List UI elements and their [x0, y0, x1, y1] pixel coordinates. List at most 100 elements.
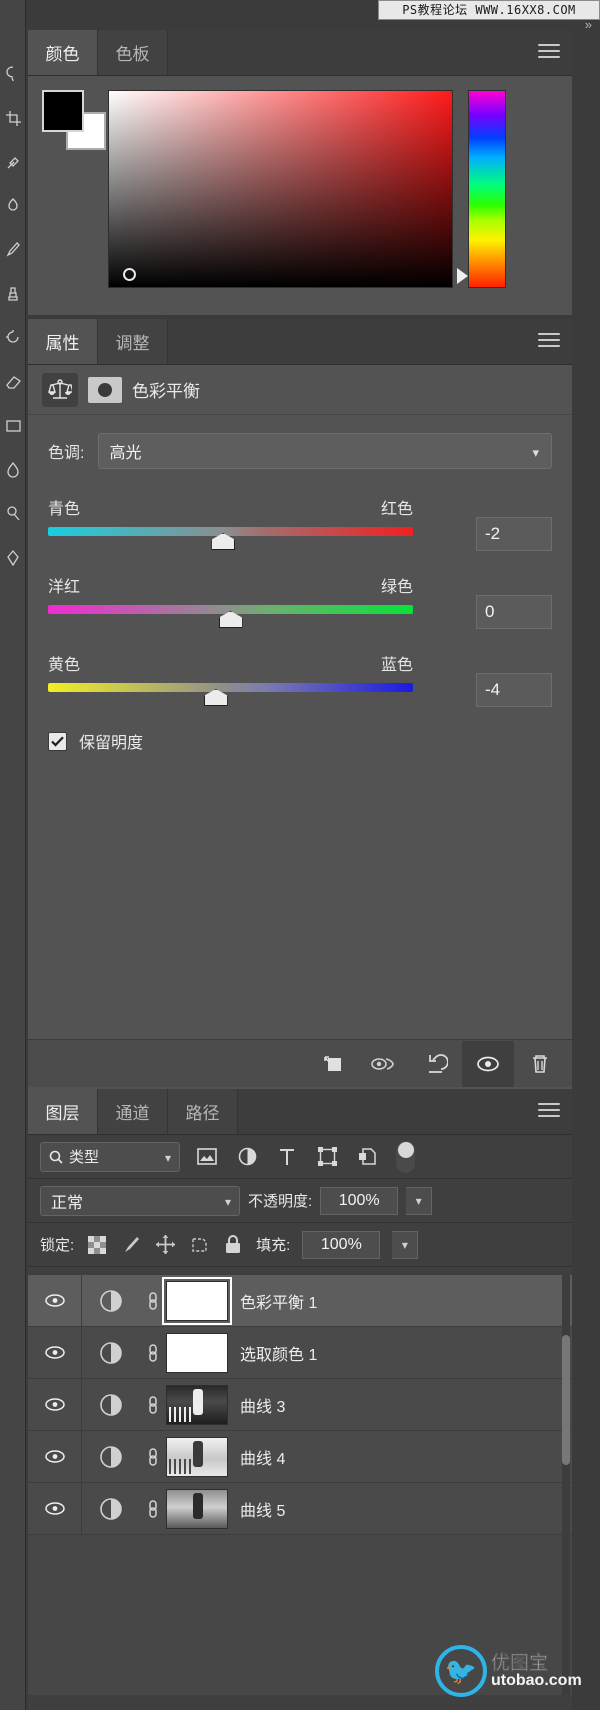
tab-layers[interactable]: 图层: [28, 1089, 98, 1134]
blend-mode-select[interactable]: 正常 ▾: [40, 1185, 240, 1216]
layer-mask-thumbnail[interactable]: [162, 1276, 232, 1325]
search-icon: [49, 1150, 63, 1164]
layers-panel-menu-icon[interactable]: [538, 1103, 560, 1119]
fill-chevron-down-icon[interactable]: ▾: [392, 1230, 419, 1259]
layer-mask-thumbnail[interactable]: [166, 1384, 228, 1425]
layers-tabs-filler: [238, 1089, 572, 1134]
properties-panel-menu-icon[interactable]: [538, 333, 560, 349]
preserve-luminosity-checkbox[interactable]: [48, 731, 67, 751]
link-icon[interactable]: [140, 1290, 166, 1312]
yellow-blue-slider-block: 黄色 蓝色 -4: [48, 651, 552, 707]
eraser-tool[interactable]: [0, 360, 26, 404]
clone-stamp-tool[interactable]: [0, 272, 26, 316]
fill-input[interactable]: 100%: [302, 1230, 381, 1259]
adjustment-layer-icon: [82, 1497, 140, 1521]
crop-tool[interactable]: [0, 96, 26, 140]
adjustment-layer-filter-icon[interactable]: [234, 1147, 260, 1166]
clip-to-layer-icon[interactable]: [306, 1041, 358, 1087]
magenta-green-value-input[interactable]: 0: [476, 595, 552, 629]
magenta-green-slider[interactable]: [48, 605, 413, 628]
table-row[interactable]: 曲线 3: [28, 1379, 572, 1431]
color-tabs-filler: [168, 30, 572, 75]
lock-all-icon[interactable]: [222, 1235, 244, 1254]
history-brush-tool[interactable]: [0, 316, 26, 360]
type-layer-filter-icon[interactable]: [274, 1148, 300, 1166]
eye-icon: [44, 1450, 65, 1463]
link-icon[interactable]: [140, 1394, 166, 1416]
tab-layers-label: 图层: [45, 1104, 80, 1123]
layer-visibility-toggle[interactable]: [28, 1327, 82, 1378]
shape-layer-filter-icon[interactable]: [314, 1147, 340, 1166]
link-icon[interactable]: [140, 1446, 166, 1468]
preserve-luminosity-row[interactable]: 保留明度: [48, 729, 552, 753]
color-field-marker: [123, 268, 136, 281]
lock-position-icon[interactable]: [154, 1235, 176, 1254]
magenta-green-slider-knob[interactable]: [218, 611, 243, 628]
lock-image-pixels-icon[interactable]: [120, 1236, 142, 1254]
yellow-blue-slider[interactable]: [48, 683, 413, 706]
layer-mask-thumbnail[interactable]: [166, 1436, 228, 1477]
color-balance-icon: [42, 372, 78, 407]
layer-visibility-toggle[interactable]: [28, 1379, 82, 1430]
dodge-tool[interactable]: [0, 492, 26, 536]
smart-object-filter-icon[interactable]: [354, 1147, 380, 1166]
link-icon[interactable]: [140, 1498, 166, 1520]
brush-tool[interactable]: [0, 228, 26, 272]
yellow-blue-slider-knob[interactable]: [203, 689, 228, 706]
visibility-eye-icon[interactable]: [462, 1040, 514, 1087]
layer-mask-thumbnail[interactable]: [88, 376, 122, 403]
color-panel-tabs: 颜色 色板: [28, 30, 572, 76]
tab-swatches[interactable]: 色板: [98, 30, 168, 75]
properties-footer-toolbar: [28, 1039, 572, 1087]
layer-filter-kind-select[interactable]: 类型 ▾: [40, 1141, 180, 1172]
tone-select-value: 高光: [109, 445, 142, 462]
layer-mask-thumbnail[interactable]: [166, 1332, 228, 1373]
pen-tool[interactable]: [0, 536, 26, 580]
yellow-blue-value-input[interactable]: -4: [476, 673, 552, 707]
layer-visibility-toggle[interactable]: [28, 1275, 82, 1326]
lock-artboard-nesting-icon[interactable]: [188, 1236, 210, 1254]
layer-list-scrollbar-thumb[interactable]: [562, 1335, 570, 1465]
healing-brush-tool[interactable]: [0, 184, 26, 228]
table-row[interactable]: 曲线 5: [28, 1483, 572, 1535]
eyedropper-tool[interactable]: [0, 140, 26, 184]
color-panel-menu-icon[interactable]: [538, 44, 560, 60]
adjustment-header: 色彩平衡: [28, 365, 572, 415]
blur-tool[interactable]: [0, 448, 26, 492]
tab-paths[interactable]: 路径: [168, 1089, 238, 1134]
pixel-layer-filter-icon[interactable]: [194, 1148, 220, 1165]
bottom-watermark-cn: 优图宝: [491, 1652, 549, 1674]
cyan-red-slider-knob[interactable]: [211, 533, 236, 550]
filter-enable-toggle[interactable]: [396, 1140, 415, 1173]
table-row[interactable]: 选取颜色 1: [28, 1327, 572, 1379]
cyan-red-slider[interactable]: [48, 527, 413, 550]
blue-label: 蓝色: [380, 657, 413, 674]
hue-slider[interactable]: [468, 90, 506, 288]
delete-trash-icon[interactable]: [514, 1041, 566, 1087]
gradient-tool[interactable]: [0, 404, 26, 448]
toggle-previous-state-icon[interactable]: [358, 1041, 410, 1087]
saturation-value-field[interactable]: [108, 90, 453, 288]
lock-transparent-pixels-icon[interactable]: [86, 1235, 108, 1254]
tab-channels[interactable]: 通道: [98, 1089, 168, 1134]
table-row[interactable]: 色彩平衡 1: [28, 1275, 572, 1327]
cyan-label: 青色: [48, 501, 81, 518]
tab-properties[interactable]: 属性: [28, 319, 98, 364]
layer-mask-thumbnail[interactable]: [166, 1488, 228, 1529]
eye-icon: [44, 1502, 65, 1515]
layer-visibility-toggle[interactable]: [28, 1431, 82, 1482]
opacity-chevron-down-icon[interactable]: ▾: [406, 1186, 433, 1215]
foreground-color-swatch[interactable]: [42, 90, 84, 132]
tab-adjustments[interactable]: 调整: [98, 319, 168, 364]
reset-icon[interactable]: [410, 1041, 462, 1087]
tab-paths-label: 路径: [185, 1104, 220, 1123]
table-row[interactable]: 曲线 4: [28, 1431, 572, 1483]
link-icon[interactable]: [140, 1342, 166, 1364]
tone-select[interactable]: 高光 ▾: [98, 433, 552, 469]
layer-filter-row: 类型 ▾: [28, 1135, 572, 1179]
tab-color[interactable]: 颜色: [28, 30, 98, 75]
lasso-tool[interactable]: [0, 52, 26, 96]
layer-visibility-toggle[interactable]: [28, 1483, 82, 1534]
opacity-input[interactable]: 100%: [320, 1186, 399, 1215]
cyan-red-value-input[interactable]: -2: [476, 517, 552, 551]
